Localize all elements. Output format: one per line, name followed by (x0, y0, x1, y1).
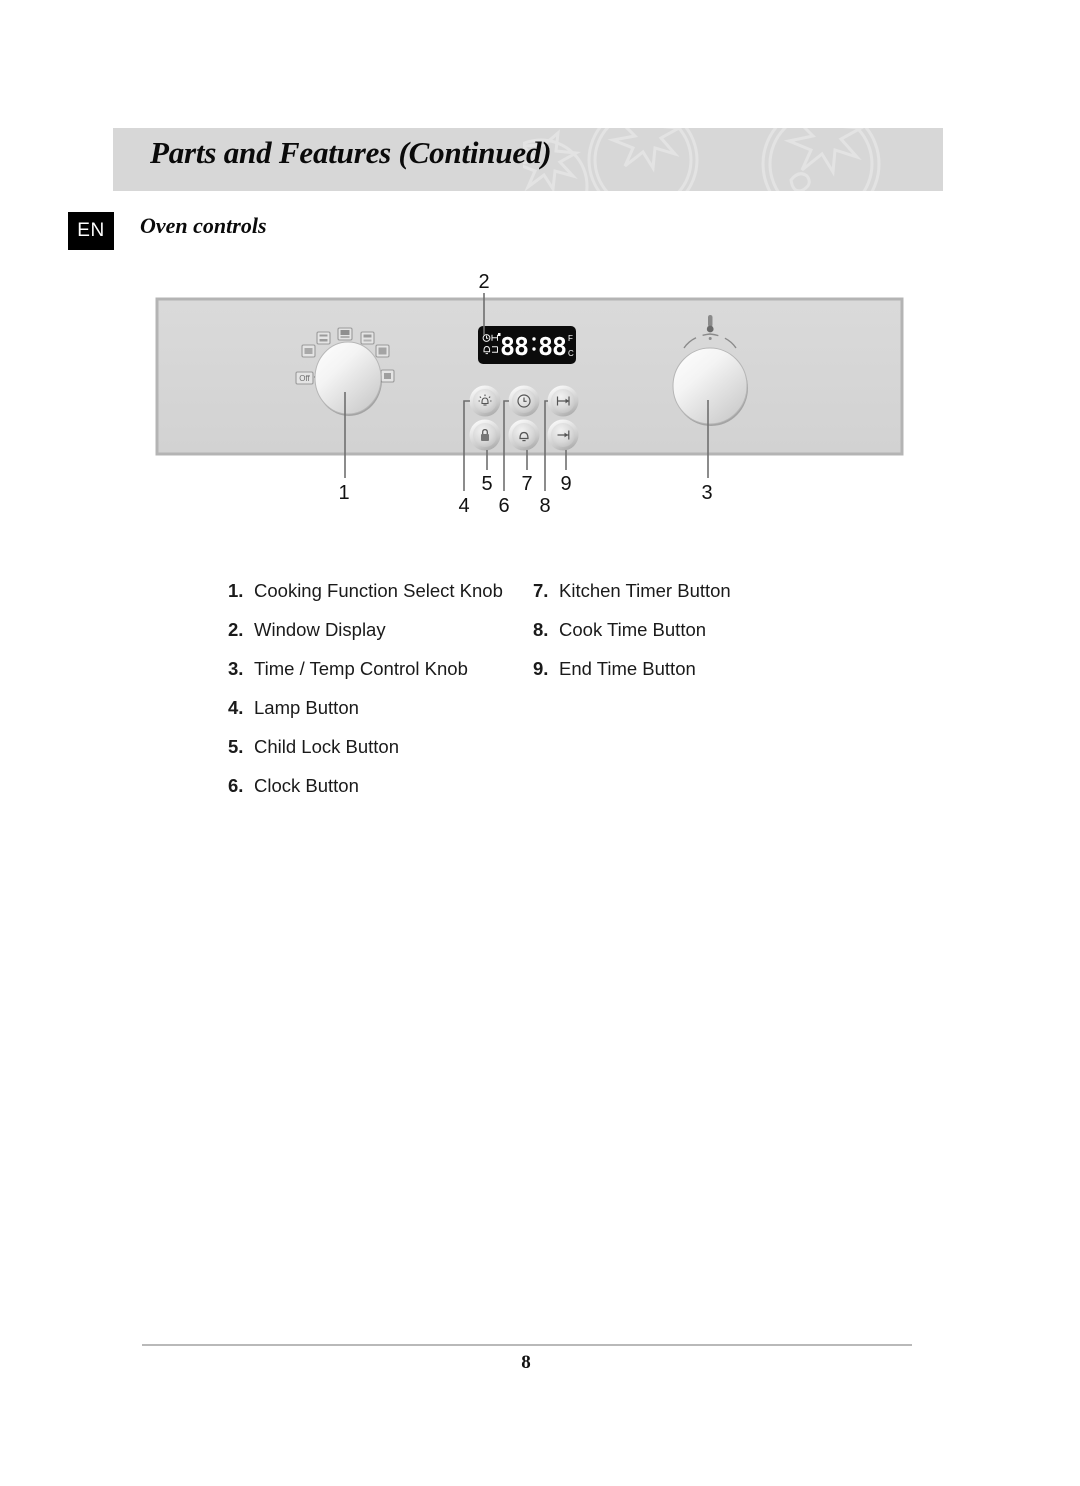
knob-range-arc (683, 333, 737, 349)
legend-item: 4. Lamp Button (228, 697, 528, 736)
callout-1: 1 (338, 482, 349, 504)
legend-label: Lamp Button (254, 697, 359, 718)
svg-text:Off: Off (299, 374, 310, 383)
legend-label: Child Lock Button (254, 736, 400, 757)
legend-label: Kitchen Timer Button (559, 580, 731, 601)
display-segments: 88 88 (498, 332, 567, 361)
end-time-button (547, 419, 579, 451)
legend-item: 7. Kitchen Timer Button (533, 580, 853, 619)
lamp-button (469, 385, 501, 417)
legend-label: Clock Button (254, 775, 359, 796)
page-title: Parts and Features (Continued) (150, 135, 552, 170)
tomato-watermark-icon (523, 128, 881, 191)
legend-number: 9. (533, 658, 549, 679)
legend-item: 6. Clock Button (228, 775, 528, 814)
legend-item: 3. Time / Temp Control Knob (228, 658, 528, 697)
svg-text:88: 88 (500, 332, 528, 361)
control-panel-body (155, 297, 904, 456)
legend-column-left: 1. Cooking Function Select Knob 2. Windo… (228, 580, 528, 814)
legend-item: 5. Child Lock Button (228, 736, 528, 775)
legend-item: 1. Cooking Function Select Knob (228, 580, 528, 619)
legend-label: Window Display (254, 619, 386, 640)
legend-number: 8. (533, 619, 549, 640)
legend-label: Cooking Function Select Knob (254, 580, 503, 601)
legend-number: 1. (228, 580, 244, 601)
legend-column-right: 7. Kitchen Timer Button 8. Cook Time But… (533, 580, 853, 697)
callout-7: 7 (521, 473, 532, 495)
callout-6: 6 (498, 495, 509, 517)
callout-3: 3 (701, 482, 712, 504)
callout-2: 2 (478, 271, 489, 293)
callout-leader-lines (344, 293, 709, 491)
page-number: 8 (521, 1352, 531, 1373)
callout-5: 5 (481, 473, 492, 495)
bell-icon (519, 431, 529, 442)
display-unit-labels: F C (568, 334, 574, 358)
callout-numbers: 2 1 3 4 5 6 7 8 9 (338, 271, 712, 517)
legend-item: 2. Window Display (228, 619, 528, 658)
end-time-icon (557, 430, 570, 440)
callout-8: 8 (539, 495, 550, 517)
cook-time-icon (556, 396, 570, 406)
language-badge: EN (68, 212, 114, 250)
section-subtitle: Oven controls (140, 213, 267, 238)
time-temp-control-knob (672, 315, 748, 426)
clock-button (508, 385, 540, 417)
svg-text:88: 88 (538, 332, 566, 361)
legend-label: Time / Temp Control Knob (254, 658, 468, 679)
legend-label: Cook Time Button (559, 619, 707, 640)
display-indicator-icons (482, 334, 498, 355)
child-lock-button (469, 419, 501, 451)
window-display: 88 88 F C (478, 326, 576, 364)
padlock-icon (481, 428, 489, 441)
callout-9: 9 (560, 473, 571, 495)
legend-number: 6. (228, 775, 244, 796)
legend-label: End Time Button (559, 658, 696, 679)
legend-number: 3. (228, 658, 244, 679)
kitchen-timer-button (508, 419, 540, 451)
legend-number: 4. (228, 697, 244, 718)
callout-4: 4 (458, 495, 469, 517)
svg-text:C: C (568, 349, 574, 358)
legend-number: 2. (228, 619, 244, 640)
svg-text:F: F (568, 334, 573, 343)
legend-number: 7. (533, 580, 549, 601)
thermometer-icon (706, 315, 714, 340)
lamp-icon (478, 394, 492, 406)
cook-time-button (547, 385, 579, 417)
cooking-function-select-knob: Off (295, 327, 395, 416)
control-buttons (469, 385, 579, 451)
legend-item: 9. End Time Button (533, 658, 853, 697)
clock-icon (517, 394, 531, 408)
footer-divider (142, 1344, 912, 1346)
legend-item: 8. Cook Time Button (533, 619, 853, 658)
function-position-icons: Off (295, 327, 395, 385)
legend-number: 5. (228, 736, 244, 757)
